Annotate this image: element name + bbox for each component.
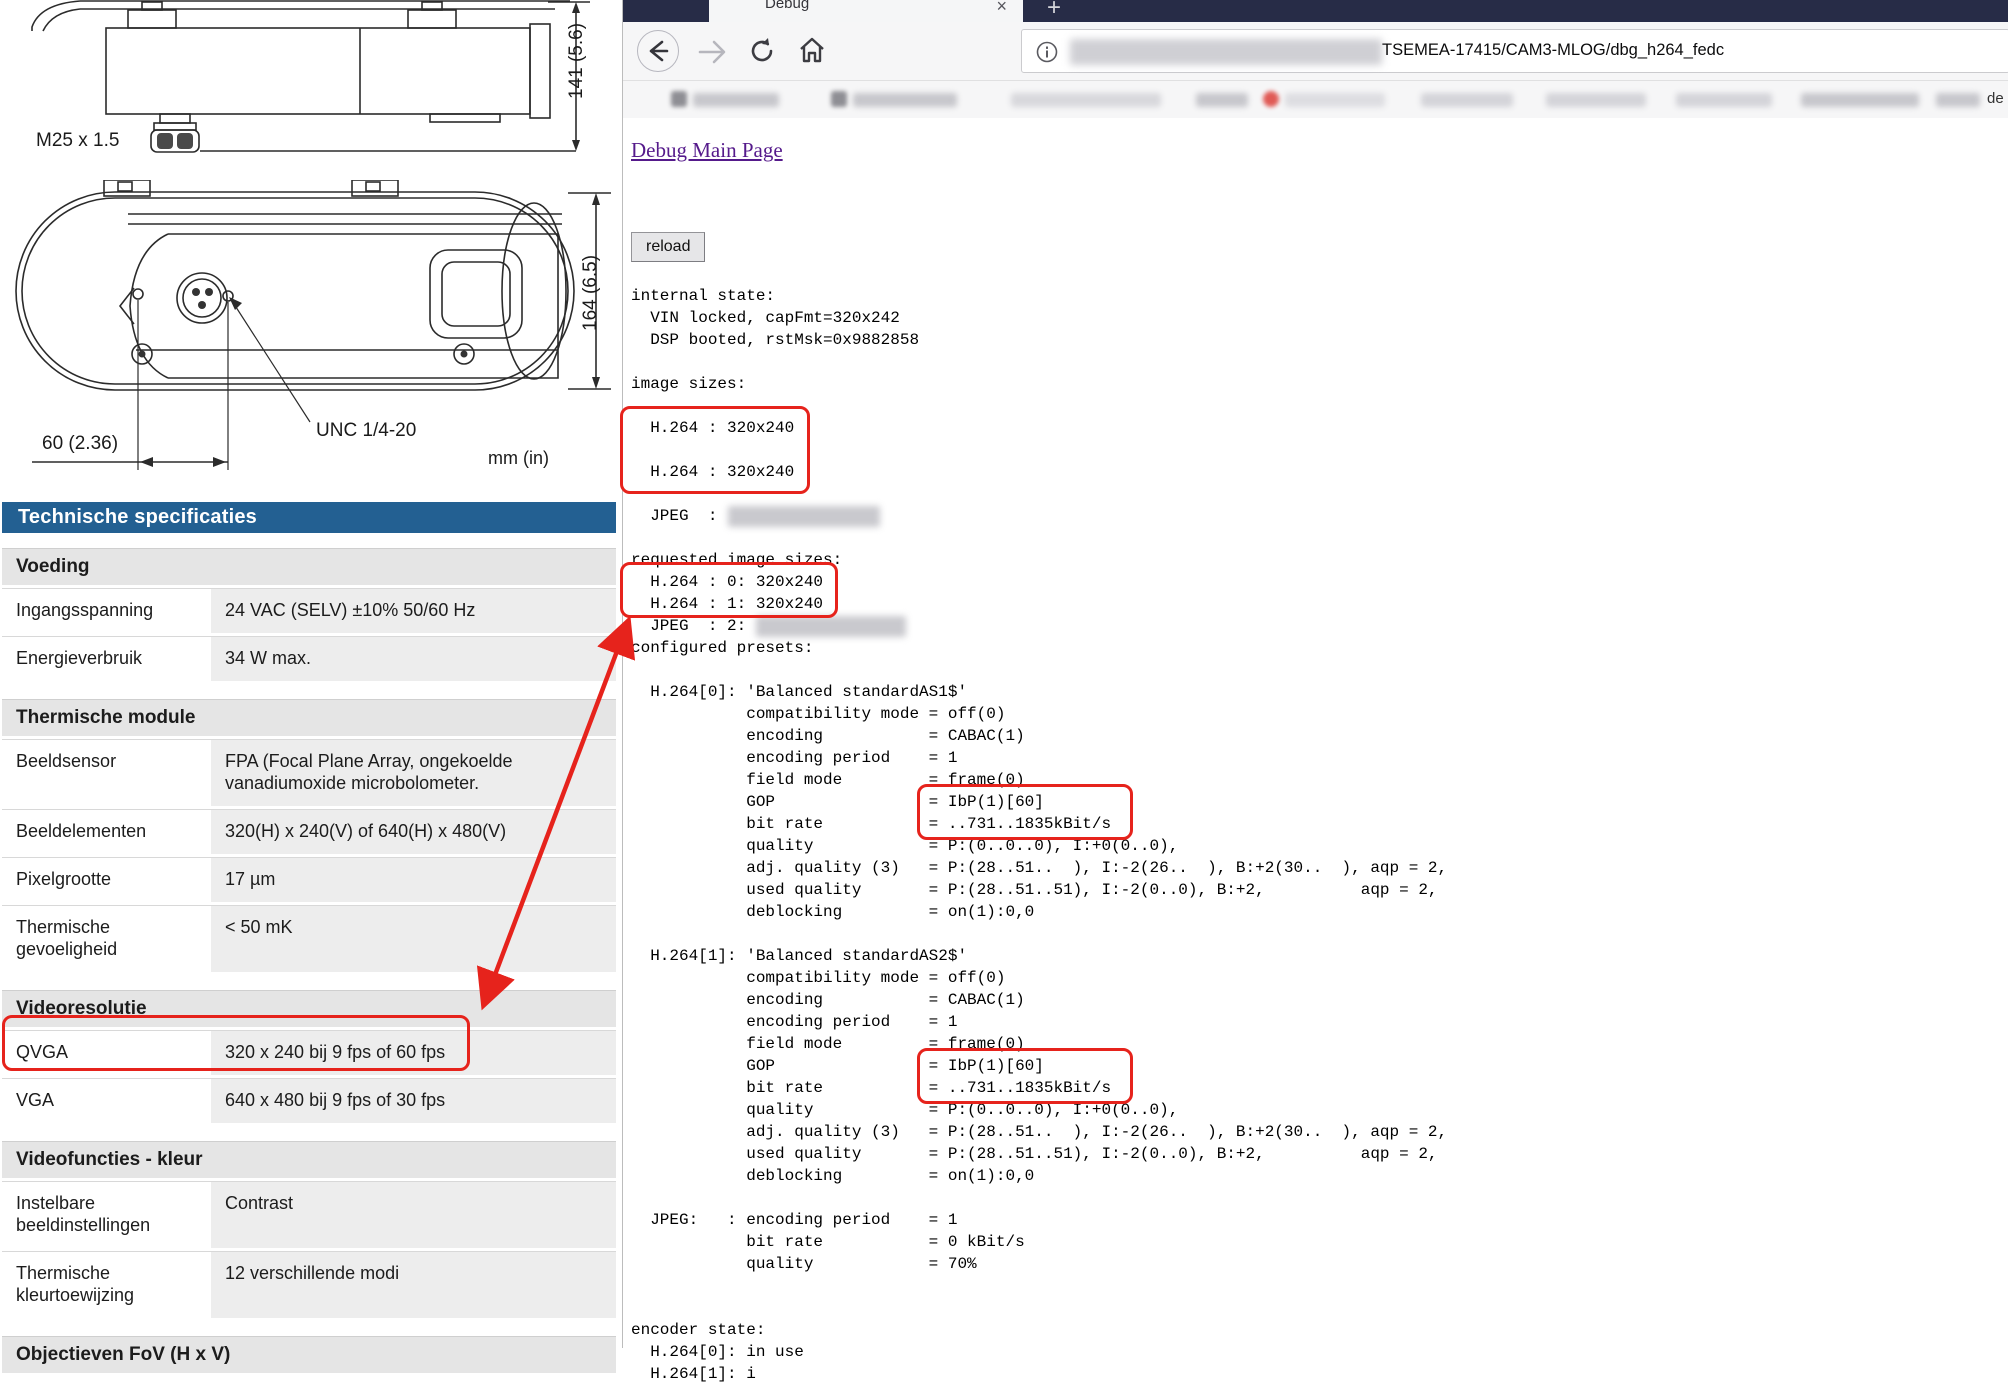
forward-icon[interactable] — [697, 39, 729, 70]
bookmark-item[interactable] — [1421, 93, 1513, 107]
bookmark-item[interactable] — [1801, 93, 1919, 107]
spec-label: Beeldsensor — [2, 740, 211, 806]
tab-close-icon[interactable]: × — [996, 0, 1007, 17]
bookmark-icon[interactable] — [671, 91, 687, 107]
bookmark-item[interactable] — [1676, 93, 1772, 107]
spec-value: FPA (Focal Plane Array, ongekoelde vanad… — [211, 740, 616, 806]
spec-table-title: Technische specificaties — [2, 502, 616, 533]
bookmark-item[interactable] — [1011, 93, 1161, 107]
spec-value: 640 x 480 bij 9 fps of 30 fps — [211, 1079, 616, 1123]
url-bar[interactable]: TSEMEA-17415/CAM3-MLOG/dbg_h264_fedc — [1021, 29, 2008, 73]
url-text: TSEMEA-17415/CAM3-MLOG/dbg_h264_fedc — [1382, 41, 1724, 60]
spec-row: Energieverbruik34 W max. — [2, 636, 616, 681]
spec-label: Ingangsspanning — [2, 589, 211, 633]
spec-row: Beeldelementen320(H) x 240(V) of 640(H) … — [2, 809, 616, 854]
tab-debug[interactable]: Debug × — [709, 0, 1023, 22]
debug-page: Debug Main Page reload internal state: V… — [623, 118, 2008, 1348]
spec-section-header: Videoresolutie — [2, 990, 616, 1027]
spec-row: BeeldsensorFPA (Focal Plane Array, ongek… — [2, 739, 616, 806]
spec-row: Thermische kleurtoewijzing12 verschillen… — [2, 1251, 616, 1318]
info-icon[interactable] — [1036, 41, 1058, 63]
tab-title: Debug — [765, 0, 809, 12]
tab-strip: Debug × + — [623, 0, 2008, 22]
spec-label: Pixelgrootte — [2, 858, 211, 902]
bookmark-cut-text: de — [1987, 90, 2004, 107]
bookmark-item[interactable] — [1546, 93, 1646, 107]
spec-label: Thermische kleurtoewijzing — [2, 1252, 211, 1318]
gland-thread-label: M25 x 1.5 — [36, 130, 119, 152]
spec-section-header: Thermische module — [2, 699, 616, 736]
browser-window: Debug × + TSEMEA-17415/CAM3-MLOG/dbg_h26… — [622, 0, 2008, 1348]
debug-main-page-link[interactable]: Debug Main Page — [631, 138, 783, 163]
tripod-thread-label: UNC 1/4-20 — [316, 420, 416, 442]
spec-label: Beeldelementen — [2, 810, 211, 854]
width-dimension: 60 (2.36) — [42, 433, 118, 455]
bookmark-item[interactable] — [1285, 93, 1385, 107]
bookmark-item[interactable] — [693, 93, 779, 107]
spec-value: Contrast — [211, 1182, 616, 1248]
units-note: mm (in) — [488, 448, 549, 469]
spec-row: VGA640 x 480 bij 9 fps of 30 fps — [2, 1078, 616, 1123]
spec-section-header: Voeding — [2, 548, 616, 585]
spec-value: 24 VAC (SELV) ±10% 50/60 Hz — [211, 589, 616, 633]
bookmark-item[interactable] — [853, 93, 957, 107]
reload-icon[interactable] — [747, 36, 777, 71]
bookmark-item[interactable] — [1196, 93, 1248, 107]
spec-value: 12 verschillende modi — [211, 1252, 616, 1318]
spec-value: < 50 mK — [211, 906, 616, 972]
new-tab-icon[interactable]: + — [1047, 0, 1061, 22]
spec-label: QVGA — [2, 1031, 211, 1075]
spec-label: Thermische gevoeligheid — [2, 906, 211, 972]
spec-row: Pixelgrootte17 µm — [2, 857, 616, 902]
spec-row: Ingangsspanning24 VAC (SELV) ±10% 50/60 … — [2, 588, 616, 633]
debug-output-text: internal state: VIN locked, capFmt=320x2… — [631, 285, 1447, 1385]
spec-row: Instelbare beeldinstellingenContrast — [2, 1181, 616, 1248]
spec-table: VoedingIngangsspanning24 VAC (SELV) ±10%… — [2, 548, 616, 1373]
spec-value: 17 µm — [211, 858, 616, 902]
bookmark-icon[interactable] — [1263, 91, 1279, 107]
spec-section-header: Videofuncties - kleur — [2, 1141, 616, 1178]
bookmarks-bar: de — [623, 81, 2008, 120]
bookmark-icon[interactable] — [831, 91, 847, 107]
browser-toolbar: TSEMEA-17415/CAM3-MLOG/dbg_h264_fedc — [623, 22, 2008, 81]
spec-section-header: Objectieven FoV (H x V) — [2, 1336, 616, 1373]
url-redacted-segment — [1070, 39, 1382, 65]
bookmark-item[interactable] — [1936, 93, 1980, 107]
spec-label: Energieverbruik — [2, 637, 211, 681]
spec-value: 34 W max. — [211, 637, 616, 681]
datasheet-panel: M25 x 1.5 141 (5.6) 164 (6.5) 60 (2.36) … — [0, 0, 618, 1348]
spec-label: VGA — [2, 1079, 211, 1123]
side-height-dimension: 141 (5.6) — [566, 8, 588, 114]
reload-button[interactable]: reload — [631, 232, 705, 262]
spec-row: QVGA320 x 240 bij 9 fps of 60 fps — [2, 1030, 616, 1075]
bottom-height-dimension: 164 (6.5) — [580, 238, 602, 348]
spec-row: Thermische gevoeligheid< 50 mK — [2, 905, 616, 972]
spec-value: 320 x 240 bij 9 fps of 60 fps — [211, 1031, 616, 1075]
home-icon[interactable] — [797, 35, 827, 70]
spec-value: 320(H) x 240(V) of 640(H) x 480(V) — [211, 810, 616, 854]
spec-label: Instelbare beeldinstellingen — [2, 1182, 211, 1248]
back-icon[interactable] — [637, 30, 679, 72]
